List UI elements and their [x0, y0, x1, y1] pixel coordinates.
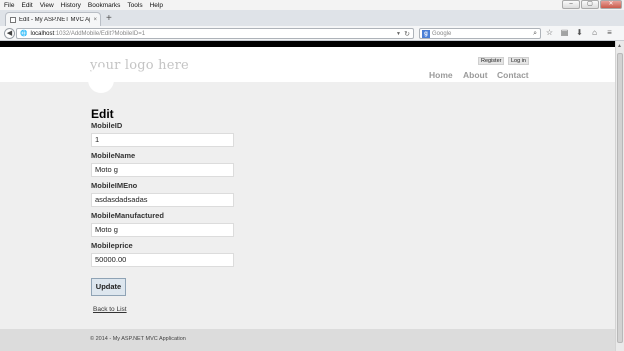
menu-history[interactable]: History: [57, 2, 84, 9]
menu-help[interactable]: Help: [146, 2, 166, 9]
home-icon[interactable]: ⌂: [590, 28, 599, 37]
page-scrollbar[interactable]: ▲: [615, 41, 624, 351]
page-title: Edit: [91, 107, 114, 121]
browser-tab[interactable]: Edit - My ASP.NET MVC Appli... ×: [5, 12, 101, 26]
page-favicon-icon: [10, 16, 16, 23]
login-link[interactable]: Log in: [508, 57, 529, 65]
nav-contact[interactable]: Contact: [497, 70, 529, 80]
close-tab-icon[interactable]: ×: [90, 17, 100, 23]
menu-file[interactable]: File: [0, 2, 17, 9]
google-engine-icon[interactable]: g: [422, 29, 430, 38]
url-path: :1032/AddMobile/Edit?MobileID=1: [54, 30, 146, 37]
nav-home[interactable]: Home: [429, 70, 453, 80]
mobile-imeno-label: MobileIMEno: [91, 181, 138, 190]
url-dropdown-icon[interactable]: ▼: [396, 31, 401, 37]
star-icon[interactable]: ☆: [545, 28, 554, 37]
clipboard-icon[interactable]: ▤: [560, 28, 569, 37]
footer-copyright: © 2014 - My ASP.NET MVC Application: [90, 336, 186, 342]
update-button[interactable]: Update: [91, 278, 126, 296]
site-footer: © 2014 - My ASP.NET MVC Application: [0, 329, 615, 351]
mobile-price-input[interactable]: 50000.00: [91, 253, 234, 267]
new-tab-button[interactable]: +: [106, 13, 112, 24]
minimize-button[interactable]: –: [562, 0, 580, 9]
mobile-name-input[interactable]: Moto g: [91, 163, 234, 177]
menu-view[interactable]: View: [36, 2, 57, 9]
mobile-price-label: Mobileprice: [91, 241, 133, 250]
menu-bookmarks[interactable]: Bookmarks: [84, 2, 124, 9]
tab-strip: Edit - My ASP.NET MVC Appli... × +: [0, 10, 624, 26]
back-to-list-link[interactable]: Back to List: [93, 306, 127, 313]
hamburger-menu-icon[interactable]: ≡: [605, 28, 614, 37]
nav-about[interactable]: About: [463, 70, 488, 80]
mobile-imeno-input[interactable]: asdasdadsadas: [91, 193, 234, 207]
navigation-bar: ◀ 🌐 localhost :1032/AddMobile/Edit?Mobil…: [0, 26, 624, 41]
register-link[interactable]: Register: [478, 57, 505, 65]
mobile-id-input[interactable]: 1: [91, 133, 234, 147]
mobile-name-label: MobileName: [91, 151, 136, 160]
search-placeholder: Google: [432, 30, 452, 37]
main-content: Edit MobileID 1 MobileName Moto g Mobile…: [0, 82, 615, 329]
menu-tools[interactable]: Tools: [123, 2, 145, 9]
search-bar[interactable]: g Google ⌕: [419, 28, 541, 39]
tab-title: Edit - My ASP.NET MVC Appli...: [19, 16, 90, 23]
close-window-button[interactable]: ✕: [600, 0, 622, 9]
scrollbar-thumb[interactable]: [617, 53, 623, 343]
mobile-id-label: MobileID: [91, 121, 123, 130]
url-host: localhost: [30, 30, 55, 37]
mobile-manufactured-input[interactable]: Moto g: [91, 223, 234, 237]
menu-edit[interactable]: Edit: [17, 2, 35, 9]
maximize-button[interactable]: ▢: [581, 0, 599, 9]
menu-bar: File Edit View History Bookmarks Tools H…: [0, 0, 624, 10]
window-controls: – ▢ ✕: [562, 0, 622, 9]
header-decoration: [88, 67, 114, 93]
download-icon[interactable]: ⬇: [575, 28, 584, 37]
back-arrow-icon[interactable]: ◀: [4, 28, 15, 39]
site-identity-icon[interactable]: 🌐: [20, 30, 27, 37]
search-icon[interactable]: ⌕: [533, 30, 537, 38]
mobile-manufactured-label: MobileManufactured: [91, 211, 164, 220]
reload-icon[interactable]: ↻: [404, 30, 410, 38]
url-bar[interactable]: 🌐 localhost :1032/AddMobile/Edit?MobileI…: [16, 28, 414, 39]
scroll-up-icon[interactable]: ▲: [617, 43, 622, 49]
toolbar-icons: ☆ ▤ ⬇ ⌂ ≡: [545, 28, 614, 37]
